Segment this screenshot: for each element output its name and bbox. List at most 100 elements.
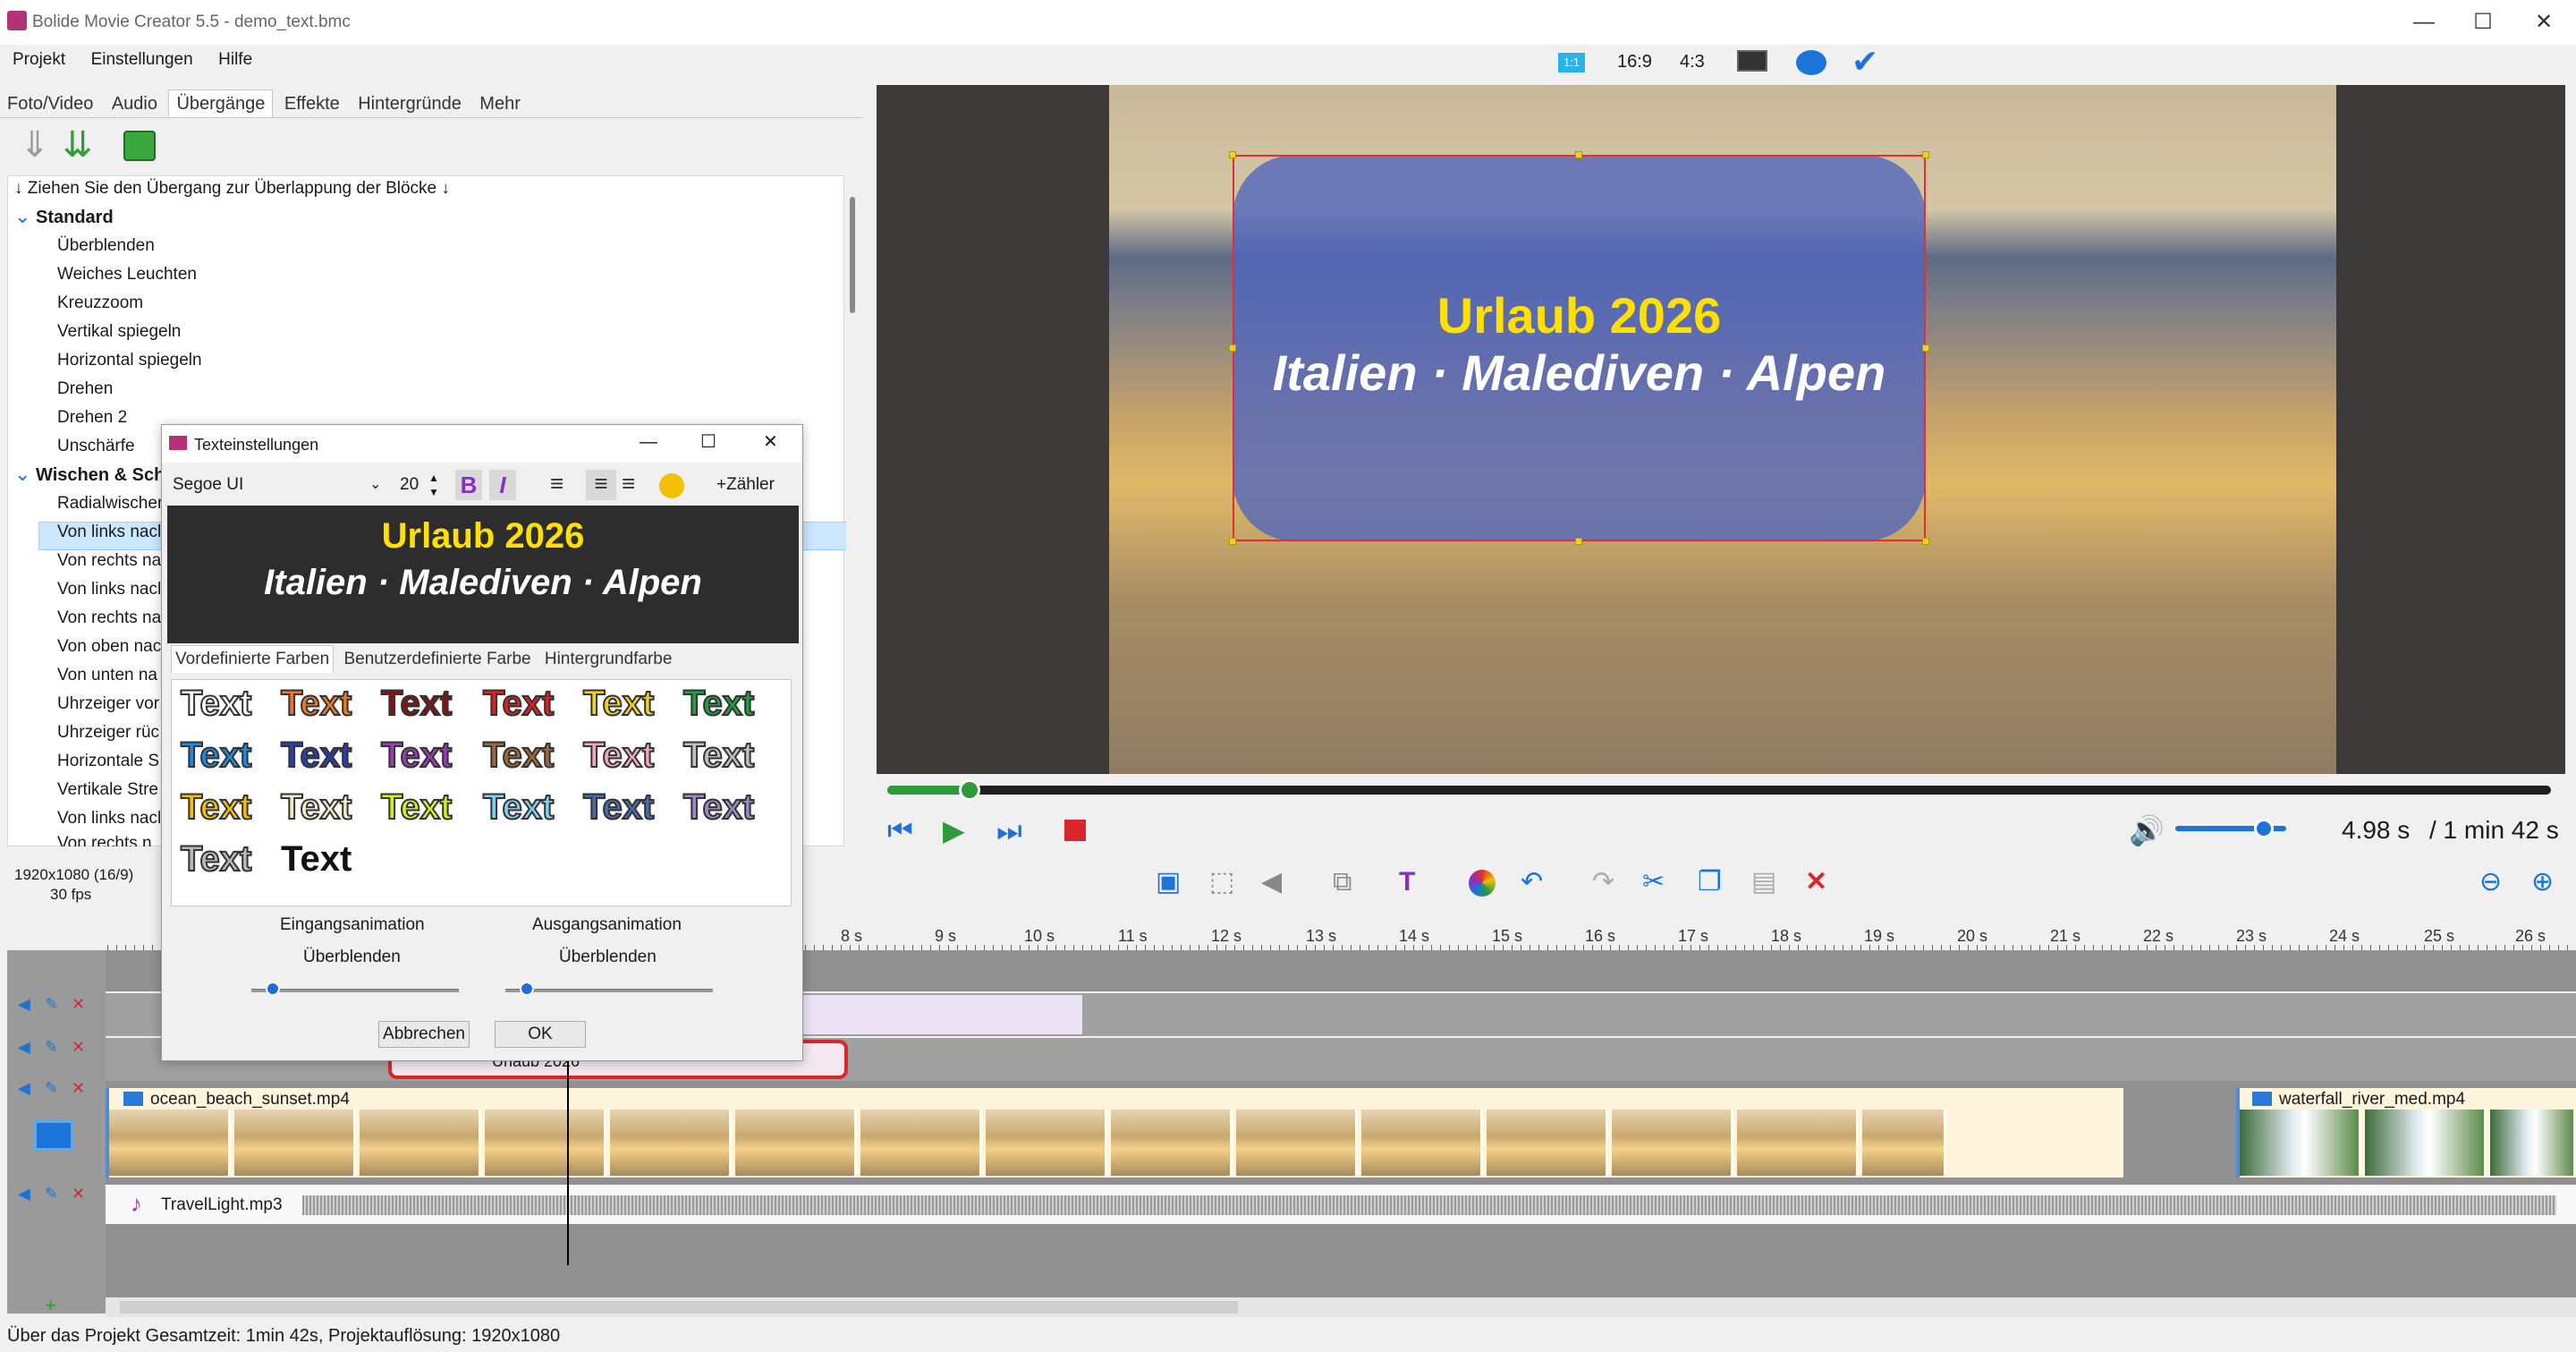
checkmark-icon[interactable]: ✔ <box>1852 43 1878 81</box>
list-item[interactable]: Drehen 2 <box>57 408 127 428</box>
down-arrow-icon[interactable]: ⇓ <box>20 125 50 165</box>
list-item[interactable]: Uhrzeiger rüc <box>57 723 159 743</box>
minimize-button[interactable]: — <box>2406 7 2442 38</box>
scrollbar-thumb[interactable] <box>120 1301 1238 1314</box>
frame-icon[interactable]: ⬚ <box>1209 866 1234 898</box>
color-preset[interactable]: Text <box>582 787 655 828</box>
category-wipe[interactable]: Wischen & Sch <box>36 465 165 486</box>
tab-background-color[interactable]: Hintergrundfarbe <box>541 646 676 673</box>
list-item[interactable]: Weiches Leuchten <box>57 265 197 285</box>
speaker-icon[interactable]: ◀ <box>18 1079 30 1098</box>
zoom-out-icon[interactable]: ⊖ <box>2479 866 2502 898</box>
maximize-button[interactable]: ☐ <box>2465 7 2501 38</box>
audio-clip[interactable]: ♪ TravelLight.mp3 <box>106 1185 2576 1224</box>
resize-handle[interactable] <box>1922 151 1929 158</box>
color-preset[interactable]: Text <box>280 787 352 828</box>
list-item[interactable]: Überblenden <box>57 236 155 256</box>
color-preset[interactable]: Text <box>482 787 555 828</box>
chevron-down-icon[interactable]: ⌄ <box>14 463 30 485</box>
scrollbar-thumb[interactable] <box>850 197 855 313</box>
list-item[interactable]: Von unten na <box>57 666 157 685</box>
resize-handle[interactable] <box>1922 538 1929 545</box>
align-center-icon[interactable]: ≡ <box>586 470 616 500</box>
speaker-icon[interactable]: ◀ <box>18 1038 30 1057</box>
dialog-minimize-button[interactable]: — <box>640 432 657 453</box>
color-preset[interactable]: Text <box>180 735 252 776</box>
color-preset[interactable]: Text <box>180 838 252 880</box>
resize-handle[interactable] <box>1229 151 1236 158</box>
edit-icon[interactable]: ✎ <box>45 1079 58 1098</box>
video-clip-ocean[interactable]: ocean_beach_sunset.mp4 <box>106 1088 2123 1178</box>
menu-hilfe[interactable]: Hilfe <box>218 47 252 73</box>
out-animation-slider[interactable] <box>505 989 713 992</box>
random-dice-icon[interactable] <box>123 131 156 161</box>
resize-handle[interactable] <box>1229 538 1236 545</box>
tab-audio[interactable]: Audio <box>105 90 165 117</box>
align-left-icon[interactable]: ≡ <box>550 470 564 497</box>
menu-projekt[interactable]: Projekt <box>13 47 65 73</box>
tab-uebergaenge[interactable]: Übergänge <box>168 89 274 117</box>
video-clip-waterfall[interactable]: waterfall_river_med.mp4 <box>2236 1088 2576 1178</box>
color-preset[interactable]: Text <box>380 787 453 828</box>
italic-button[interactable]: I <box>489 470 516 500</box>
aspect-16-9-button[interactable]: 16:9 <box>1617 52 1652 72</box>
delete-icon[interactable]: ✕ <box>72 1038 85 1057</box>
menu-einstellungen[interactable]: Einstellungen <box>91 47 193 73</box>
text-tool-icon[interactable]: T <box>1399 866 1415 898</box>
list-item[interactable]: Radialwischer <box>57 494 163 514</box>
speaker-icon[interactable]: ◀ <box>18 1185 30 1203</box>
font-size-stepper[interactable]: 20 ▲ ▼ <box>396 470 446 500</box>
category-standard[interactable]: Standard <box>36 208 114 228</box>
timeline-scrollbar[interactable] <box>106 1297 2576 1317</box>
resize-handle[interactable] <box>1575 538 1582 545</box>
list-item[interactable]: Von links nacl <box>57 523 161 542</box>
in-slider-handle[interactable] <box>266 982 280 996</box>
list-item[interactable]: Uhrzeiger vor <box>57 694 159 714</box>
mute-icon[interactable]: ◀ <box>1261 866 1282 898</box>
fit-icon[interactable]: ⧉ <box>1333 866 1352 898</box>
list-item[interactable]: Horizontal spiegeln <box>57 351 202 370</box>
list-item[interactable]: Horizontale S <box>57 752 159 771</box>
list-item[interactable]: Unschärfe <box>57 437 135 456</box>
close-button[interactable]: ✕ <box>2526 7 2562 38</box>
delete-icon[interactable]: ✕ <box>1805 866 1827 898</box>
color-preset[interactable]: Text <box>682 787 755 828</box>
dialog-text-preview[interactable]: Urlaub 2026 Italien · Malediven · Alpen <box>167 506 799 643</box>
list-item[interactable]: Vertikale Stre <box>57 780 158 800</box>
overlay-clip[interactable] <box>801 995 1082 1034</box>
seek-handle[interactable] <box>959 779 980 801</box>
play-icon[interactable]: ▶ <box>943 814 965 846</box>
cut-icon[interactable]: ✂ <box>1642 866 1665 898</box>
tab-hintergruende[interactable]: Hintergründe <box>351 90 469 117</box>
out-slider-handle[interactable] <box>520 982 534 996</box>
stepper-up-icon[interactable]: ▲ <box>428 472 439 484</box>
copy-icon[interactable]: ❐ <box>1698 866 1722 898</box>
color-preset[interactable]: Text <box>682 683 755 724</box>
crop-icon[interactable]: ▣ <box>1156 866 1181 898</box>
tab-foto-video[interactable]: Foto/Video <box>0 90 100 117</box>
color-wheel-icon[interactable] <box>1469 870 1496 897</box>
color-preset[interactable]: Text <box>482 735 555 776</box>
emoji-icon[interactable] <box>659 473 684 498</box>
delete-icon[interactable]: ✕ <box>72 1185 85 1203</box>
bold-button[interactable]: B <box>455 470 482 500</box>
color-preset[interactable]: Text <box>482 683 555 724</box>
color-preset[interactable]: Text <box>380 735 453 776</box>
list-item[interactable]: Von oben nac <box>57 637 161 657</box>
delete-icon[interactable]: ✕ <box>72 1079 85 1098</box>
edit-icon[interactable]: ✎ <box>45 995 58 1014</box>
stop-icon[interactable] <box>1064 820 1086 841</box>
color-preset[interactable]: Text <box>582 683 655 724</box>
color-preset[interactable]: Text <box>180 787 252 828</box>
color-preset[interactable]: Text <box>682 735 755 776</box>
color-preset[interactable]: Text <box>280 683 352 724</box>
zoom-in-icon[interactable]: ⊕ <box>2531 866 2554 898</box>
font-select[interactable]: Segoe UI ⌄ <box>169 470 389 500</box>
volume-handle[interactable] <box>2254 819 2274 838</box>
chevron-down-icon[interactable]: ⌄ <box>14 206 30 227</box>
color-preset[interactable]: Text <box>582 735 655 776</box>
list-item[interactable]: Vertikal spiegeln <box>57 322 181 342</box>
color-preset[interactable]: Text <box>380 683 453 724</box>
list-item[interactable]: Von rechts na <box>57 608 161 628</box>
paste-icon[interactable]: ▤ <box>1751 866 1776 898</box>
